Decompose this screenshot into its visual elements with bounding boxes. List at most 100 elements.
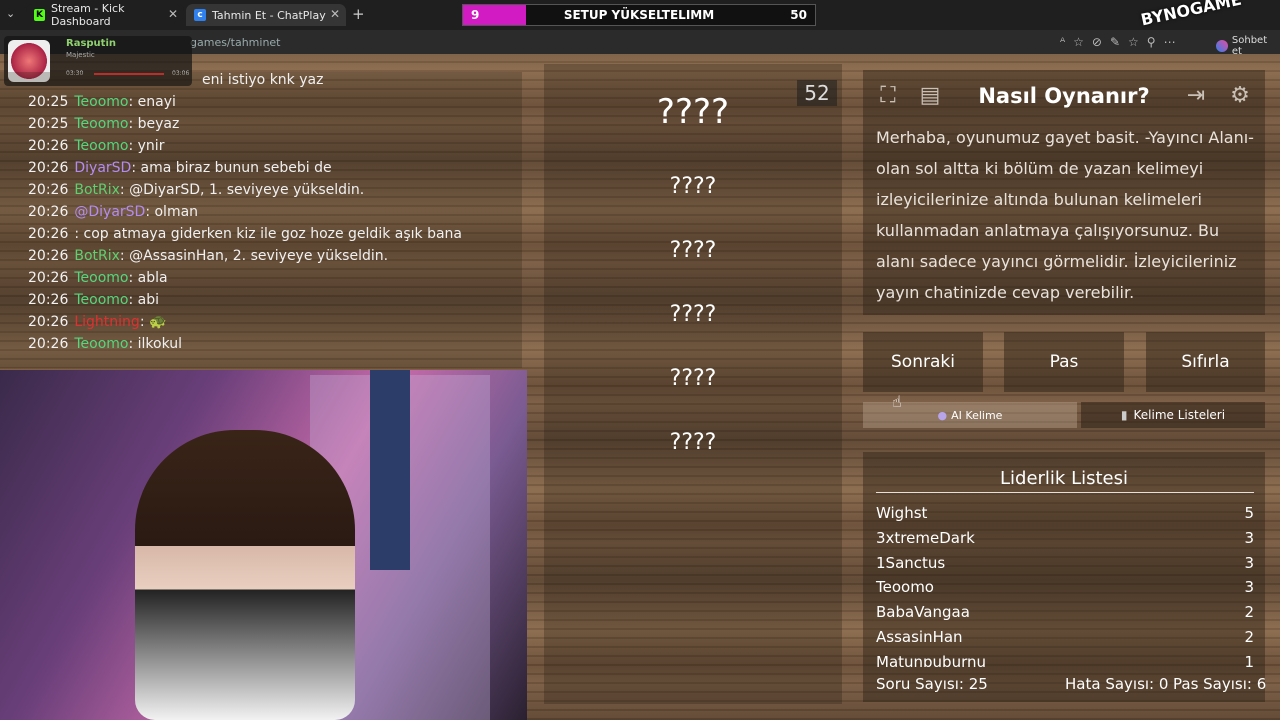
leaderboard-score: 2 — [1244, 603, 1254, 622]
tab-kick-dashboard[interactable]: K Stream - Kick Dashboard ✕ — [26, 2, 184, 28]
ai-word-label: AI Kelime — [951, 408, 1003, 422]
chat-timestamp: 20:26 — [28, 314, 69, 330]
leaderboard-score: 3 — [1244, 578, 1254, 597]
chat-username[interactable]: Teoomo — [74, 292, 128, 308]
music-track: Majestic — [66, 51, 95, 59]
hint-word-placeholder: ???? — [669, 302, 717, 327]
streamer-figure — [135, 430, 355, 720]
leaderboard-score: 2 — [1244, 628, 1254, 646]
chat-message: eni istiyo knk yaz — [196, 72, 323, 88]
pass-button[interactable]: Pas — [1004, 332, 1124, 392]
leaderboard-row: BabaVangaa 2 — [876, 603, 1254, 621]
chat-timestamp: 20:25 — [28, 94, 69, 110]
question-column: ???????????????????????? — [544, 64, 842, 704]
goal-progress-bar: 9 SETUP YÜKSELTELIMM 50 — [462, 4, 816, 26]
leaderboard-name: 1Sanctus — [876, 553, 946, 572]
leaderboard-name: Matunpuburnu — [876, 652, 987, 667]
chat-text: : enayi — [128, 94, 176, 110]
exit-icon[interactable]: ⇥ — [1179, 78, 1213, 112]
chat-message: 20:26 : cop atmaya giderken kiz ile goz h… — [28, 226, 462, 242]
chat-button[interactable]: Sohbet et — [1216, 35, 1280, 57]
chat-username[interactable]: Teoomo — [74, 94, 128, 110]
chat-timestamp: 20:26 — [28, 182, 69, 198]
new-tab-button[interactable]: + — [352, 5, 365, 23]
chat-timestamp: 20:26 — [28, 270, 69, 286]
leaderboard-panel: Liderlik Listesi Wighst 5 3xtremeDark 3 1San… — [863, 452, 1265, 702]
leaderboard-row: Teoomo 3 — [876, 578, 1254, 596]
chat-text: : olman — [145, 204, 199, 220]
chat-text: : beyaz — [128, 116, 180, 132]
hint-word-placeholder: ???? — [669, 174, 717, 199]
chat-timestamp: 20:26 — [28, 160, 69, 176]
hint-word-placeholder: ???? — [669, 430, 717, 455]
webcam-feed — [0, 370, 527, 720]
chat-panel: eni istiyo knk yaz 20:25 Teoomo: enayi 20:2… — [0, 72, 522, 368]
scarf-background — [370, 370, 410, 570]
word-lists-button[interactable]: ▮ Kelime Listeleri — [1081, 402, 1265, 428]
chat-text: : cop atmaya giderken kiz ile goz hoze g… — [74, 226, 463, 242]
chat-message: 20:26 Teoomo: abi — [28, 292, 159, 308]
next-button[interactable]: Sonraki — [863, 332, 983, 392]
chat-message: 20:25 Teoomo: enayi — [28, 94, 176, 110]
goal-label: SETUP YÜKSELTELIMM — [563, 8, 715, 22]
chat-timestamp: 20:25 — [28, 116, 69, 132]
tab-label: Tahmin Et - ChatPlay — [212, 8, 326, 22]
chat-timestamp: 20:26 — [28, 226, 69, 242]
chat-text: : @AssasinHan, 2. seviyeye yükseldin. — [119, 248, 389, 264]
leaderboard-score: 1 — [1244, 652, 1254, 667]
leaderboard-row: 1Sanctus 3 — [876, 554, 1254, 572]
close-icon[interactable]: ✕ — [168, 7, 178, 21]
kick-icon: K — [34, 9, 45, 21]
leaderboard-score: 3 — [1244, 553, 1254, 572]
leaderboard-name: Wighst — [876, 504, 928, 522]
chat-text: : abi — [128, 292, 160, 308]
chat-timestamp: 20:26 — [28, 204, 69, 220]
leaderboard-row: AssasinHan 2 — [876, 628, 1254, 646]
goal-right-value: 50 — [790, 8, 807, 22]
leaderboard-score: 3 — [1244, 528, 1254, 547]
chat-text: : @DiyarSD, 1. seviyeye yükseldin. — [119, 182, 365, 198]
question-count: Soru Sayısı: 25 — [876, 675, 988, 693]
chat-username[interactable]: @DiyarSD — [74, 204, 145, 220]
chat-username[interactable]: Teoomo — [74, 336, 128, 352]
how-to-play-text: Merhaba, oyunumuz gayet basit. -Yayıncı … — [876, 128, 1254, 302]
leaderboard-name: Teoomo — [876, 578, 934, 597]
chat-username[interactable]: Teoomo — [74, 116, 128, 132]
chat-message: 20:26 Teoomo: ilkokul — [28, 336, 182, 352]
chat-username[interactable]: BotRix — [74, 182, 120, 198]
list-icon: ▮ — [1120, 408, 1128, 422]
leaderboard-name: AssasinHan — [876, 628, 963, 646]
chat-message: 20:25 Teoomo: beyaz — [28, 116, 179, 132]
leaderboard-divider — [876, 492, 1254, 493]
chat-button-label: Sohbet et — [1231, 35, 1268, 57]
tab-chatplay[interactable]: c Tahmin Et - ChatPlay ✕ — [186, 4, 346, 26]
leaderboard-score: 5 — [1244, 504, 1254, 522]
word-count-badge: 52 — [797, 80, 837, 106]
gear-icon[interactable]: ⚙ — [1223, 78, 1257, 112]
chat-username[interactable]: Teoomo — [74, 138, 128, 154]
chat-message: 20:26 BotRix: @DiyarSD, 1. seviyeye yükse… — [28, 182, 364, 198]
mouse-cursor-icon: ☝ — [892, 392, 902, 411]
url-text[interactable]: games/tahminet — [190, 36, 281, 49]
hint-word-placeholder: ???? — [669, 238, 717, 263]
chat-username[interactable]: Teoomo — [74, 270, 128, 286]
chat-message: 20:26 @DiyarSD: olman — [28, 204, 198, 220]
how-to-play-panel: ⛶ ▤ Nasıl Oynanır? ⇥ ⚙ Merhaba, oyunumuz… — [863, 70, 1265, 315]
tab-list-icon[interactable]: ⌄ — [6, 7, 15, 20]
leaderboard-name: BabaVangaa — [876, 603, 970, 622]
chat-username[interactable]: DiyarSD — [74, 160, 131, 176]
browser-toolbar-icons[interactable]: ᴬ☆⊘✎☆⚲⋯ — [1060, 35, 1184, 49]
hint-word-placeholder: ???? — [669, 366, 717, 391]
chat-username[interactable]: Lightning — [74, 314, 139, 330]
copilot-icon — [1216, 40, 1228, 52]
reset-button[interactable]: Sıfırla — [1146, 332, 1265, 392]
chat-message: 20:26 BotRix: @AssasinHan, 2. seviyeye yü… — [28, 248, 388, 264]
chat-message: 20:26 Teoomo: ynir — [28, 138, 164, 154]
chat-text: : ama biraz bunun sebebi de — [131, 160, 332, 176]
chat-username[interactable]: BotRix — [74, 248, 120, 264]
chat-timestamp: 20:26 — [28, 336, 69, 352]
tab-label: Stream - Kick Dashboard — [50, 2, 125, 28]
close-icon[interactable]: ✕ — [330, 7, 340, 21]
robot-icon: ● — [937, 408, 948, 422]
chat-text: : ilkokul — [128, 336, 183, 352]
